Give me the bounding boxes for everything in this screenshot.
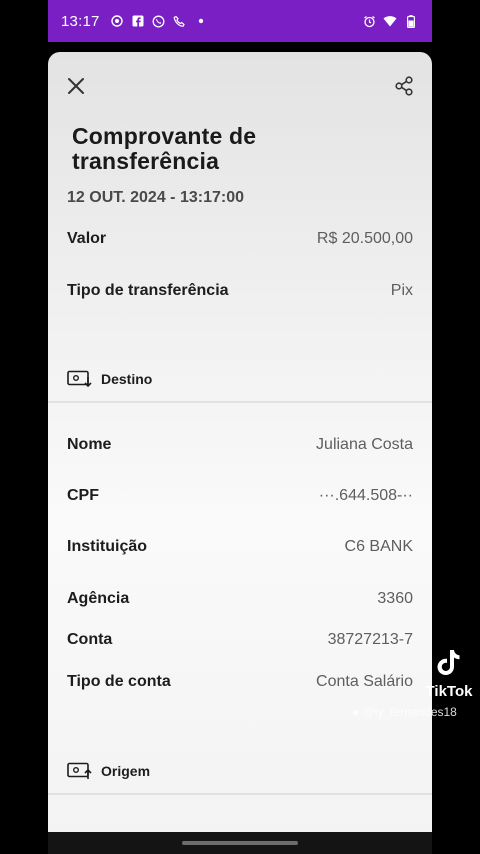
- alarm-icon: [362, 14, 376, 28]
- row-valor: Valor R$ 20.500,00: [67, 230, 413, 248]
- row-label: Conta: [67, 631, 113, 648]
- row-label: Tipo de transferência: [67, 282, 229, 299]
- tiktok-handle: ● @ly_fernandes18: [352, 705, 457, 719]
- system-icons: [362, 14, 418, 28]
- section-title: Destino: [101, 371, 153, 387]
- tiktok-watermark: TikTok: [418, 648, 480, 700]
- section-destino-heading: Destino: [67, 370, 152, 388]
- dot-icon: [194, 14, 208, 28]
- share-button[interactable]: [390, 72, 418, 100]
- user-icon: ●: [352, 705, 360, 719]
- status-bar: 13:17: [48, 0, 432, 42]
- row-nome: Nome Juliana Costa: [67, 436, 413, 454]
- row-value: ···.644.508-··: [318, 487, 413, 504]
- close-icon: [68, 78, 84, 94]
- status-time: 13:17: [61, 12, 100, 30]
- row-value: C6 BANK: [344, 538, 413, 555]
- row-label: Agência: [67, 590, 130, 607]
- row-conta: Conta 38727213-7: [67, 631, 413, 649]
- row-label: Instituição: [67, 538, 148, 555]
- camera-dot-icon: [110, 14, 124, 28]
- section-origem-heading: Origem: [67, 762, 150, 780]
- facebook-icon: [131, 14, 145, 28]
- row-label: Tipo de conta: [67, 673, 171, 690]
- section-title: Origem: [101, 763, 151, 779]
- transfer-datetime: 12 OUT. 2024 - 13:17:00: [67, 189, 244, 206]
- row-value: 3360: [377, 590, 413, 607]
- row-value: R$ 20.500,00: [316, 230, 413, 247]
- close-button[interactable]: [62, 72, 90, 100]
- row-instituicao: Instituição C6 BANK: [67, 538, 413, 556]
- notification-icons: [110, 14, 208, 28]
- tiktok-brand: TikTok: [425, 683, 473, 700]
- tiktok-logo-icon: [418, 648, 480, 685]
- phone-icon: [173, 14, 187, 28]
- row-value: 38727213-7: [327, 631, 413, 648]
- page-title: Comprovante de transferência: [72, 123, 257, 174]
- handle-text: @ly_fernandes18: [362, 705, 457, 719]
- row-cpf: CPF ···.644.508-··: [67, 487, 413, 505]
- row-value: Conta Salário: [316, 673, 413, 690]
- home-gesture-handle[interactable]: [182, 841, 298, 845]
- top-bar: [48, 52, 432, 116]
- money-in-icon: [67, 370, 92, 388]
- wifi-icon: [383, 14, 397, 28]
- whatsapp-icon: [152, 14, 166, 28]
- row-label: CPF: [67, 487, 99, 504]
- row-tipo-conta: Tipo de conta Conta Salário: [67, 673, 413, 691]
- row-tipo-transferencia: Tipo de transferência Pix: [67, 282, 413, 300]
- row-label: Nome: [67, 436, 112, 453]
- row-label: Valor: [67, 230, 107, 247]
- share-icon: [395, 76, 413, 96]
- row-value: Pix: [390, 282, 413, 299]
- divider: [48, 793, 432, 795]
- row-agencia: Agência 3360: [67, 590, 413, 608]
- divider: [48, 401, 432, 403]
- battery-icon: [404, 14, 418, 28]
- row-value: Juliana Costa: [316, 436, 413, 453]
- navigation-bar: [48, 832, 432, 854]
- money-out-icon: [67, 762, 92, 779]
